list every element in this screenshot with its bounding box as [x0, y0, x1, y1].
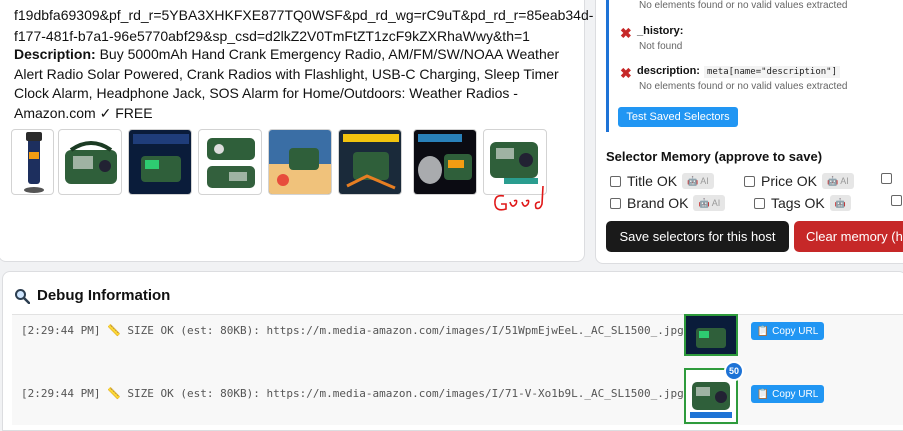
- extra-checkbox[interactable]: [891, 195, 902, 206]
- memory-item-title[interactable]: Title OK 🤖 AI: [610, 173, 714, 189]
- price-checkbox[interactable]: [744, 175, 755, 187]
- selector-name: description: meta[name="description"]: [637, 65, 840, 78]
- selector-note: No elements found or no valid values ext…: [639, 0, 848, 11]
- memory-item-label: Tags OK: [771, 195, 825, 211]
- selector-note: No elements found or no valid values ext…: [639, 81, 848, 92]
- memory-item-price[interactable]: Price OK 🤖 AI: [744, 173, 854, 189]
- robot-icon: 🤖: [834, 197, 846, 208]
- extra-checkbox[interactable]: [881, 173, 892, 184]
- selector-name: _history:: [637, 25, 684, 37]
- robot-icon: 🤖: [687, 175, 699, 186]
- test-saved-selectors-button[interactable]: Test Saved Selectors: [618, 107, 738, 127]
- good-handwritten-mark: [494, 185, 544, 211]
- clipboard-icon: 📋: [756, 388, 770, 400]
- ai-badge: 🤖 AI: [693, 195, 726, 211]
- product-thumbnail[interactable]: [128, 129, 192, 195]
- log-entry: [2:29:44 PM] 📏 SIZE OK (est: 80KB): http…: [21, 387, 684, 400]
- clear-memory-button[interactable]: Clear memory (h: [794, 221, 903, 252]
- ai-badge: 🤖: [829, 195, 851, 211]
- description-label: Description:: [14, 46, 96, 62]
- selector-value: meta[name="description"]: [703, 66, 840, 78]
- memory-item-label: Title OK: [627, 173, 678, 189]
- ai-badge: 🤖 AI: [682, 173, 714, 189]
- magnifier-icon: [15, 288, 30, 304]
- product-thumbnail[interactable]: [338, 129, 402, 195]
- product-thumbnail[interactable]: [11, 129, 54, 195]
- memory-item-tags[interactable]: Tags OK 🤖: [754, 195, 851, 211]
- clipboard-icon: 📋: [756, 325, 770, 337]
- product-url-line: f19dbfa69309&pf_rd_r=5YBA3XHKFXE877TQ0WS…: [14, 7, 594, 23]
- product-description: Description: Buy 5000mAh Hand Crank Emer…: [14, 45, 574, 123]
- log-entry: [2:29:44 PM] 📏 SIZE OK (est: 80KB): http…: [21, 324, 684, 337]
- selector-note: Not found: [639, 41, 683, 52]
- memory-item-label: Brand OK: [627, 195, 689, 211]
- copy-url-button[interactable]: 📋 Copy URL: [751, 322, 824, 340]
- description-text: Buy 5000mAh Hand Crank Emergency Radio, …: [14, 46, 560, 121]
- memory-item-extra[interactable]: [891, 195, 903, 206]
- product-thumbnail[interactable]: [58, 129, 122, 195]
- copy-url-button[interactable]: 📋 Copy URL: [751, 385, 824, 403]
- product-url-line: f177-481f-b7a1-96e5770abf29&sp_csd=d2lkZ…: [14, 28, 530, 44]
- ai-badge: 🤖 AI: [822, 173, 854, 189]
- memory-item-label: Price OK: [761, 173, 818, 189]
- count-badge: 50: [724, 361, 744, 381]
- robot-icon: 🤖: [698, 197, 710, 208]
- product-thumbnail[interactable]: [198, 129, 262, 195]
- memory-item-extra[interactable]: [881, 173, 898, 184]
- selector-memory-title: Selector Memory (approve to save): [606, 149, 823, 164]
- error-x-icon: ✖: [620, 65, 632, 81]
- robot-icon: 🤖: [827, 175, 839, 186]
- tags-checkbox[interactable]: [754, 197, 765, 209]
- product-thumbnail[interactable]: [413, 129, 477, 195]
- debug-title: Debug Information: [14, 287, 170, 304]
- brand-checkbox[interactable]: [610, 197, 621, 209]
- memory-item-brand[interactable]: Brand OK 🤖 AI: [610, 195, 726, 211]
- save-selectors-button[interactable]: Save selectors for this host: [606, 221, 789, 252]
- log-image-thumbnail[interactable]: [684, 314, 738, 356]
- product-thumbnail[interactable]: [268, 129, 332, 195]
- title-checkbox[interactable]: [610, 175, 621, 187]
- error-x-icon: ✖: [620, 25, 632, 41]
